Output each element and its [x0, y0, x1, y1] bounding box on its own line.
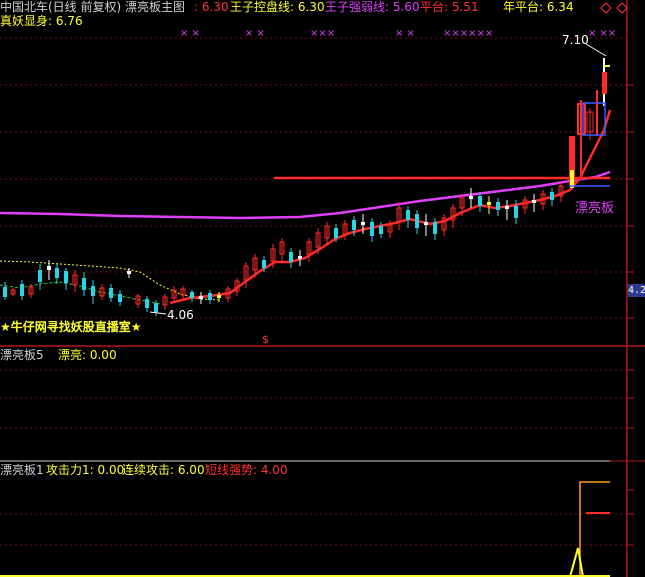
header-signal-value: 真妖显身: 6.76 [0, 14, 83, 28]
candlesticks [3, 58, 607, 316]
x-markers-4: × × [395, 28, 415, 39]
kline-chart-canvas[interactable] [0, 0, 645, 577]
panel3-indicator-lines [0, 481, 610, 577]
diamond-icons[interactable] [600, 2, 628, 14]
dollar-marker-icon: $ [262, 333, 269, 346]
signal-label-piaoliangban: 漂亮板 [575, 201, 615, 216]
header-annual-platform-value: 年平台: 6.34 [503, 0, 574, 14]
current-price-badge: 4.2 [628, 284, 645, 297]
high-price-label: 7.10 [562, 33, 589, 47]
x-markers-5: ×××××× [443, 28, 494, 39]
panel2-value: 漂亮: 0.00 [58, 348, 117, 362]
x-markers-2: × × [245, 28, 265, 39]
x-markers-6: × ×× [588, 28, 617, 39]
promo-banner-text[interactable]: ★牛仔网寻找妖股直播室★ [0, 320, 142, 334]
header-strength-line-value: 王子强弱线: 5.60 [325, 0, 420, 14]
header-stock-title: 中国北车(日线 前复权) 漂亮板主图 [0, 0, 185, 14]
x-markers-1: × × [180, 28, 200, 39]
panel2-indicator-name[interactable]: 漂亮板5 [0, 348, 44, 362]
breakout-box [582, 102, 606, 136]
low-label-leader [149, 311, 167, 315]
header-control-line-value: 王子控盘线: 6.30 [230, 0, 325, 14]
x-markers-3: ××× [310, 28, 336, 39]
header-platform-value: 平台: 5.51 [420, 0, 479, 14]
low-price-label: 4.06 [167, 308, 194, 322]
panel3-continuous-value: 连续攻击: 6.00 [122, 463, 205, 477]
header-ma-value: : 6.30 [194, 0, 229, 14]
panel3-indicator-name[interactable]: 漂亮板1 [0, 463, 44, 477]
panel3-attack-value: 攻击力1: 0.00 [46, 463, 125, 477]
high-label-leader [585, 43, 607, 57]
panel3-trend-value: 短线强势: 4.00 [205, 463, 288, 477]
